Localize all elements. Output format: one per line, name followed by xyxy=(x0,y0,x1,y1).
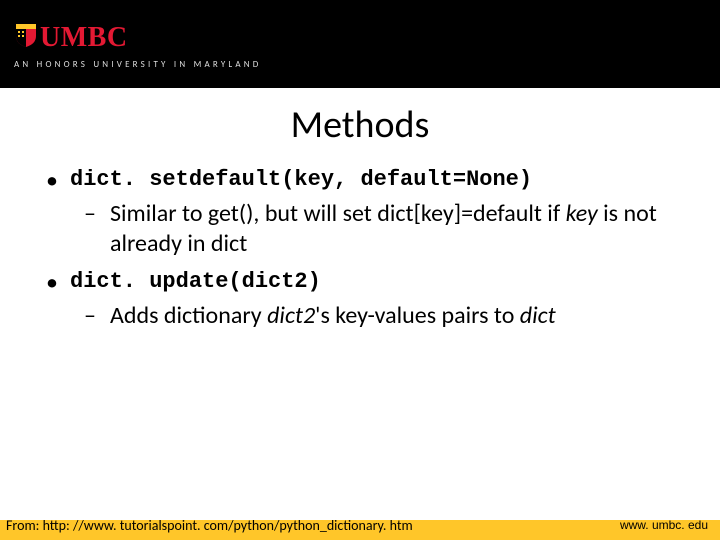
logo-text: UMBC xyxy=(40,24,128,52)
code-text: dict. setdefault(key, default=None) xyxy=(70,166,532,194)
bullet-dot-icon: • xyxy=(44,166,70,197)
bullet-item: • dict. setdefault(key, default=None) – … xyxy=(44,166,680,260)
source-text: From: http: //www. tutorialspoint. com/p… xyxy=(6,517,413,534)
tagline: AN HONORS UNIVERSITY IN MARYLAND xyxy=(14,59,706,70)
sub-bullet-item: – Adds dictionary dict2's key-values pai… xyxy=(84,301,680,332)
footer: From: http: //www. tutorialspoint. com/p… xyxy=(0,514,720,540)
content: • dict. setdefault(key, default=None) – … xyxy=(0,166,720,540)
description-text: Adds dictionary dict2's key-values pairs… xyxy=(110,301,556,332)
code-text: dict. update(dict2) xyxy=(70,268,321,296)
bullet-item: • dict. update(dict2) – Adds dictionary … xyxy=(44,268,680,331)
dash-icon: – xyxy=(84,301,110,332)
slide-title: Methods xyxy=(0,102,720,148)
header-bar: UMBC AN HONORS UNIVERSITY IN MARYLAND xyxy=(0,0,720,88)
sub-bullet-item: – Similar to get(), but will set dict[ke… xyxy=(84,199,680,260)
slide: UMBC AN HONORS UNIVERSITY IN MARYLAND Me… xyxy=(0,0,720,540)
description-text: Similar to get(), but will set dict[key]… xyxy=(110,199,680,260)
bullet-dot-icon: • xyxy=(44,268,70,299)
logo: UMBC xyxy=(14,22,706,53)
dash-icon: – xyxy=(84,199,110,230)
site-url: www. umbc. edu xyxy=(620,518,708,532)
shield-icon xyxy=(14,22,38,53)
